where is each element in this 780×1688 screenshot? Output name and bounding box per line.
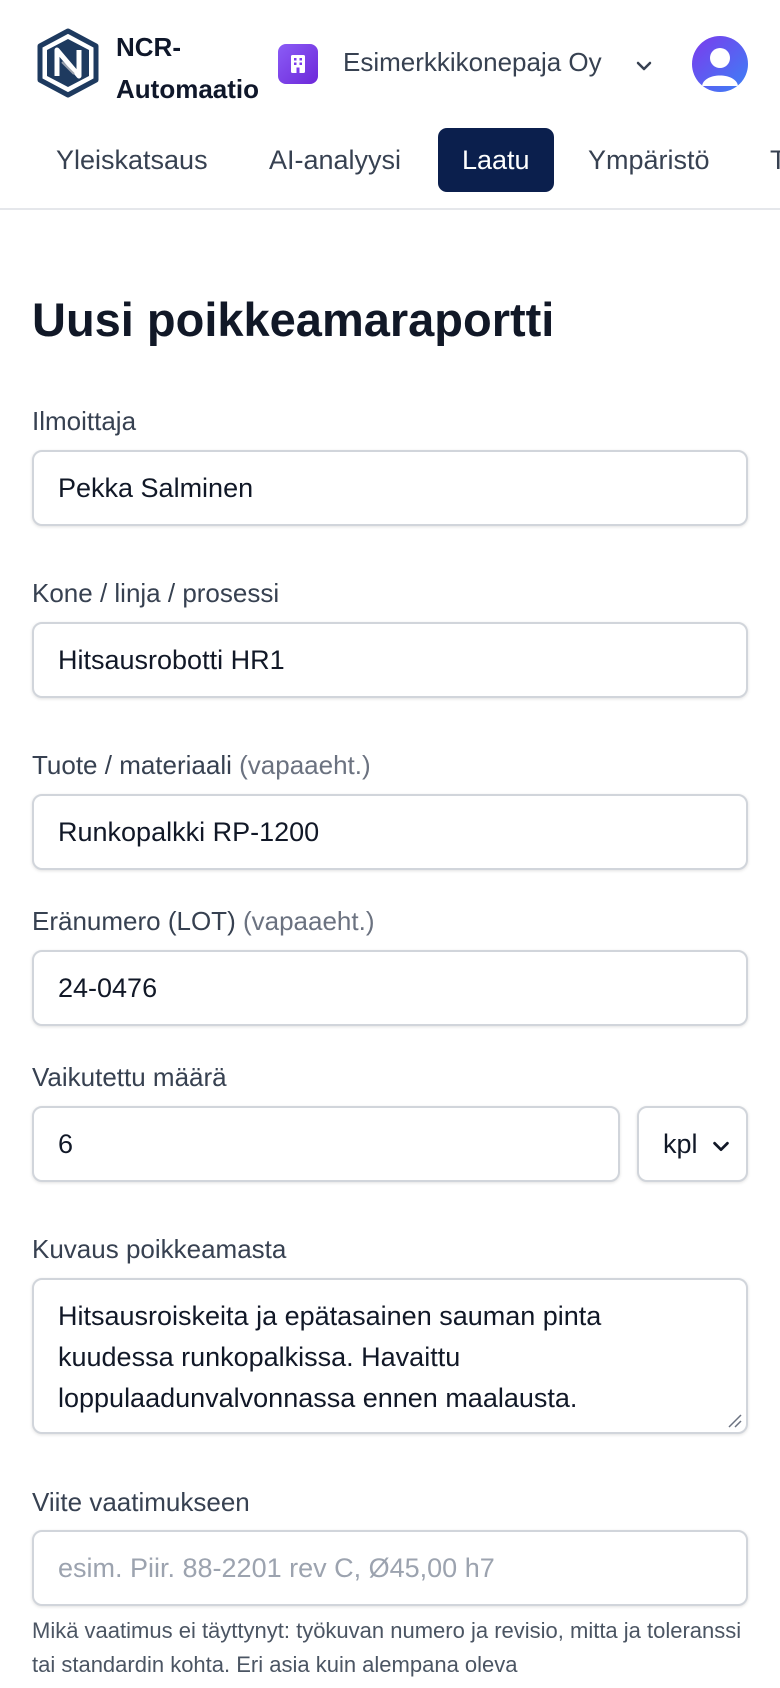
lot-field[interactable] [32,950,748,1026]
quantity-field[interactable] [32,1106,620,1182]
product-label-text: Tuote / materiaali [32,750,232,780]
brand-line-1: NCR- [116,32,181,62]
app-header: NCR- Automaatio Esimerkkikonepaja Oy [0,0,780,128]
chevron-down-icon[interactable] [632,54,656,78]
user-avatar-icon[interactable] [692,36,748,92]
unit-select[interactable]: kpl [637,1106,748,1182]
lot-label-text: Eränumero (LOT) [32,906,236,936]
requirement-field[interactable] [32,1530,748,1606]
tab-next[interactable]: T [770,128,780,192]
building-icon[interactable] [278,44,318,84]
requirement-label: Viite vaatimukseen [32,1487,250,1517]
ncr-logo-icon[interactable] [36,28,100,98]
chevron-down-icon [713,1141,729,1152]
quantity-label: Vaikutettu määrä [32,1062,227,1092]
tab-environment[interactable]: Ympäristö [588,128,710,192]
optional-note: (vapaaeht.) [239,750,371,780]
product-field[interactable] [32,794,748,870]
machine-label: Kone / linja / prosessi [32,578,280,608]
product-label: Tuote / materiaali (vapaaeht.) [32,750,371,781]
brand-line-2: Automaatio [116,74,259,104]
optional-note: (vapaaeht.) [242,906,375,936]
tab-ai-analysis[interactable]: AI-analyysi [269,128,401,192]
requirement-help-text: Mikä vaatimus ei täyttynyt: työkuvan num… [32,1618,742,1688]
description-label: Kuvaus poikkeamasta [32,1234,287,1264]
unit-select-value: kpl [663,1128,698,1159]
resize-handle-icon[interactable] [726,1412,742,1428]
reporter-label: Ilmoittaja [32,406,137,436]
main-tabs: Yleiskatsaus AI-analyysi Laatu Ympäristö… [0,128,780,210]
brand-name[interactable]: NCR- Automaatio [116,26,259,110]
lot-label: Eränumero (LOT) (vapaaeht.) [32,906,375,937]
description-field[interactable]: Hitsausroiskeita ja epätasainen sauman p… [32,1278,748,1434]
machine-field[interactable] [32,622,748,698]
tab-quality[interactable]: Laatu [438,128,554,192]
org-selector[interactable]: Esimerkkikonepaja Oy [343,47,602,78]
reporter-field[interactable] [32,450,748,526]
page-title: Uusi poikkeamaraportti [32,293,555,346]
tab-overview[interactable]: Yleiskatsaus [56,128,208,192]
